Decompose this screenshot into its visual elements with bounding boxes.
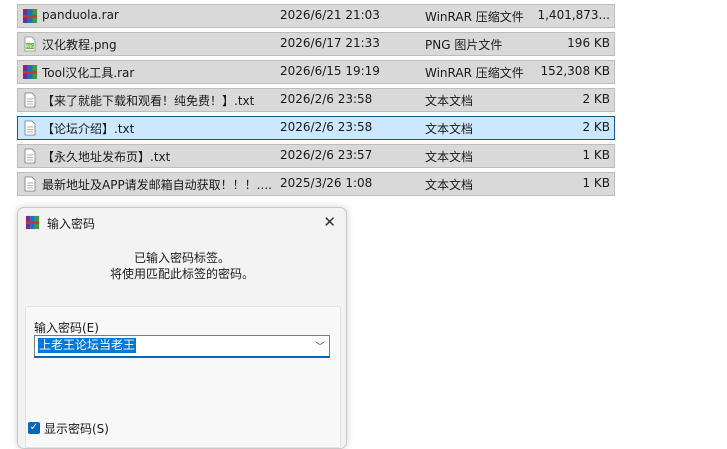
file-name: 汉化教程.png xyxy=(42,38,117,52)
winrar-app-icon xyxy=(25,215,40,230)
close-icon[interactable]: ✕ xyxy=(323,213,336,231)
file-size: 1 KB xyxy=(582,176,610,190)
password-label: 输入密码(E) xyxy=(34,321,99,335)
password-input[interactable]: 上老王论坛当老王 ﹀ xyxy=(34,335,330,358)
show-password-checkbox[interactable]: ✓ 显示密码(S) xyxy=(28,420,109,436)
file-type: 文本文档 xyxy=(425,122,474,136)
file-row[interactable]: 【来了就能下载和观看！纯免费！】.txt 2026/2/6 23:58 文本文档… xyxy=(17,88,615,112)
dialog-titlebar[interactable]: 输入密码 ✕ xyxy=(18,208,346,236)
password-dialog: 输入密码 ✕ 已输入密码标签。 将使用匹配此标签的密码。 输入密码(E) 上老王… xyxy=(17,207,347,449)
text-document-icon xyxy=(24,120,36,136)
file-type: PNG 图片文件 xyxy=(425,38,503,52)
file-type: 文本文档 xyxy=(425,178,474,192)
text-document-icon xyxy=(24,148,36,164)
file-row[interactable]: PNG 汉化教程.png 2026/6/17 21:33 PNG 图片文件 19… xyxy=(17,32,615,56)
dialog-info: 已输入密码标签。 将使用匹配此标签的密码。 xyxy=(18,250,346,282)
file-size: 2 KB xyxy=(582,92,610,106)
file-date: 2026/2/6 23:57 xyxy=(280,148,373,162)
file-date: 2026/2/6 23:58 xyxy=(280,120,373,134)
file-date: 2026/6/21 21:03 xyxy=(280,8,380,22)
file-name: panduola.rar xyxy=(42,8,119,22)
show-password-label: 显示密码(S) xyxy=(44,421,109,436)
file-size: 1,401,873... xyxy=(537,8,610,22)
png-image-icon: PNG xyxy=(24,36,36,52)
file-row[interactable]: 最新地址及APP请发邮箱自动获取！！！.... 2025/3/26 1:08 文… xyxy=(17,172,615,196)
winrar-archive-icon xyxy=(23,9,37,23)
file-type: 文本文档 xyxy=(425,150,474,164)
file-size: 2 KB xyxy=(582,120,610,134)
chevron-down-icon[interactable]: ﹀ xyxy=(315,338,325,353)
file-date: 2026/6/15 19:19 xyxy=(280,64,380,78)
file-name: 【论坛介绍】.txt xyxy=(42,122,135,136)
file-date: 2026/6/17 21:33 xyxy=(280,36,380,50)
text-document-icon xyxy=(24,92,36,108)
file-name: Tool汉化工具.rar xyxy=(42,66,135,80)
checkbox-checked-icon[interactable]: ✓ xyxy=(28,422,40,434)
info-line-2: 将使用匹配此标签的密码。 xyxy=(109,267,254,281)
file-row-selected[interactable]: 【论坛介绍】.txt 2026/2/6 23:58 文本文档 2 KB xyxy=(17,116,615,140)
file-type: WinRAR 压缩文件 xyxy=(425,10,524,24)
file-type: 文本文档 xyxy=(425,94,474,108)
file-name: 【永久地址发布页】.txt xyxy=(42,150,171,164)
svg-text:PNG: PNG xyxy=(26,44,35,49)
file-row[interactable]: Tool汉化工具.rar 2026/6/15 19:19 WinRAR 压缩文件… xyxy=(17,60,615,84)
file-size: 1 KB xyxy=(582,148,610,162)
text-document-icon xyxy=(24,176,36,192)
winrar-archive-icon xyxy=(23,65,37,79)
file-row[interactable]: panduola.rar 2026/6/21 21:03 WinRAR 压缩文件… xyxy=(17,4,615,28)
file-date: 2026/2/6 23:58 xyxy=(280,92,373,106)
file-size: 196 KB xyxy=(567,36,610,50)
info-line-1: 已输入密码标签。 xyxy=(133,251,230,265)
dialog-title: 输入密码 xyxy=(47,217,96,231)
file-row[interactable]: 【永久地址发布页】.txt 2026/2/6 23:57 文本文档 1 KB xyxy=(17,144,615,168)
password-value[interactable]: 上老王论坛当老王 xyxy=(38,338,137,353)
file-type: WinRAR 压缩文件 xyxy=(425,66,524,80)
file-name: 【来了就能下载和观看！纯免费！】.txt xyxy=(42,94,255,108)
file-date: 2025/3/26 1:08 xyxy=(280,176,373,190)
file-name: 最新地址及APP请发邮箱自动获取！！！.... xyxy=(42,178,272,192)
file-size: 152,308 KB xyxy=(540,64,610,78)
